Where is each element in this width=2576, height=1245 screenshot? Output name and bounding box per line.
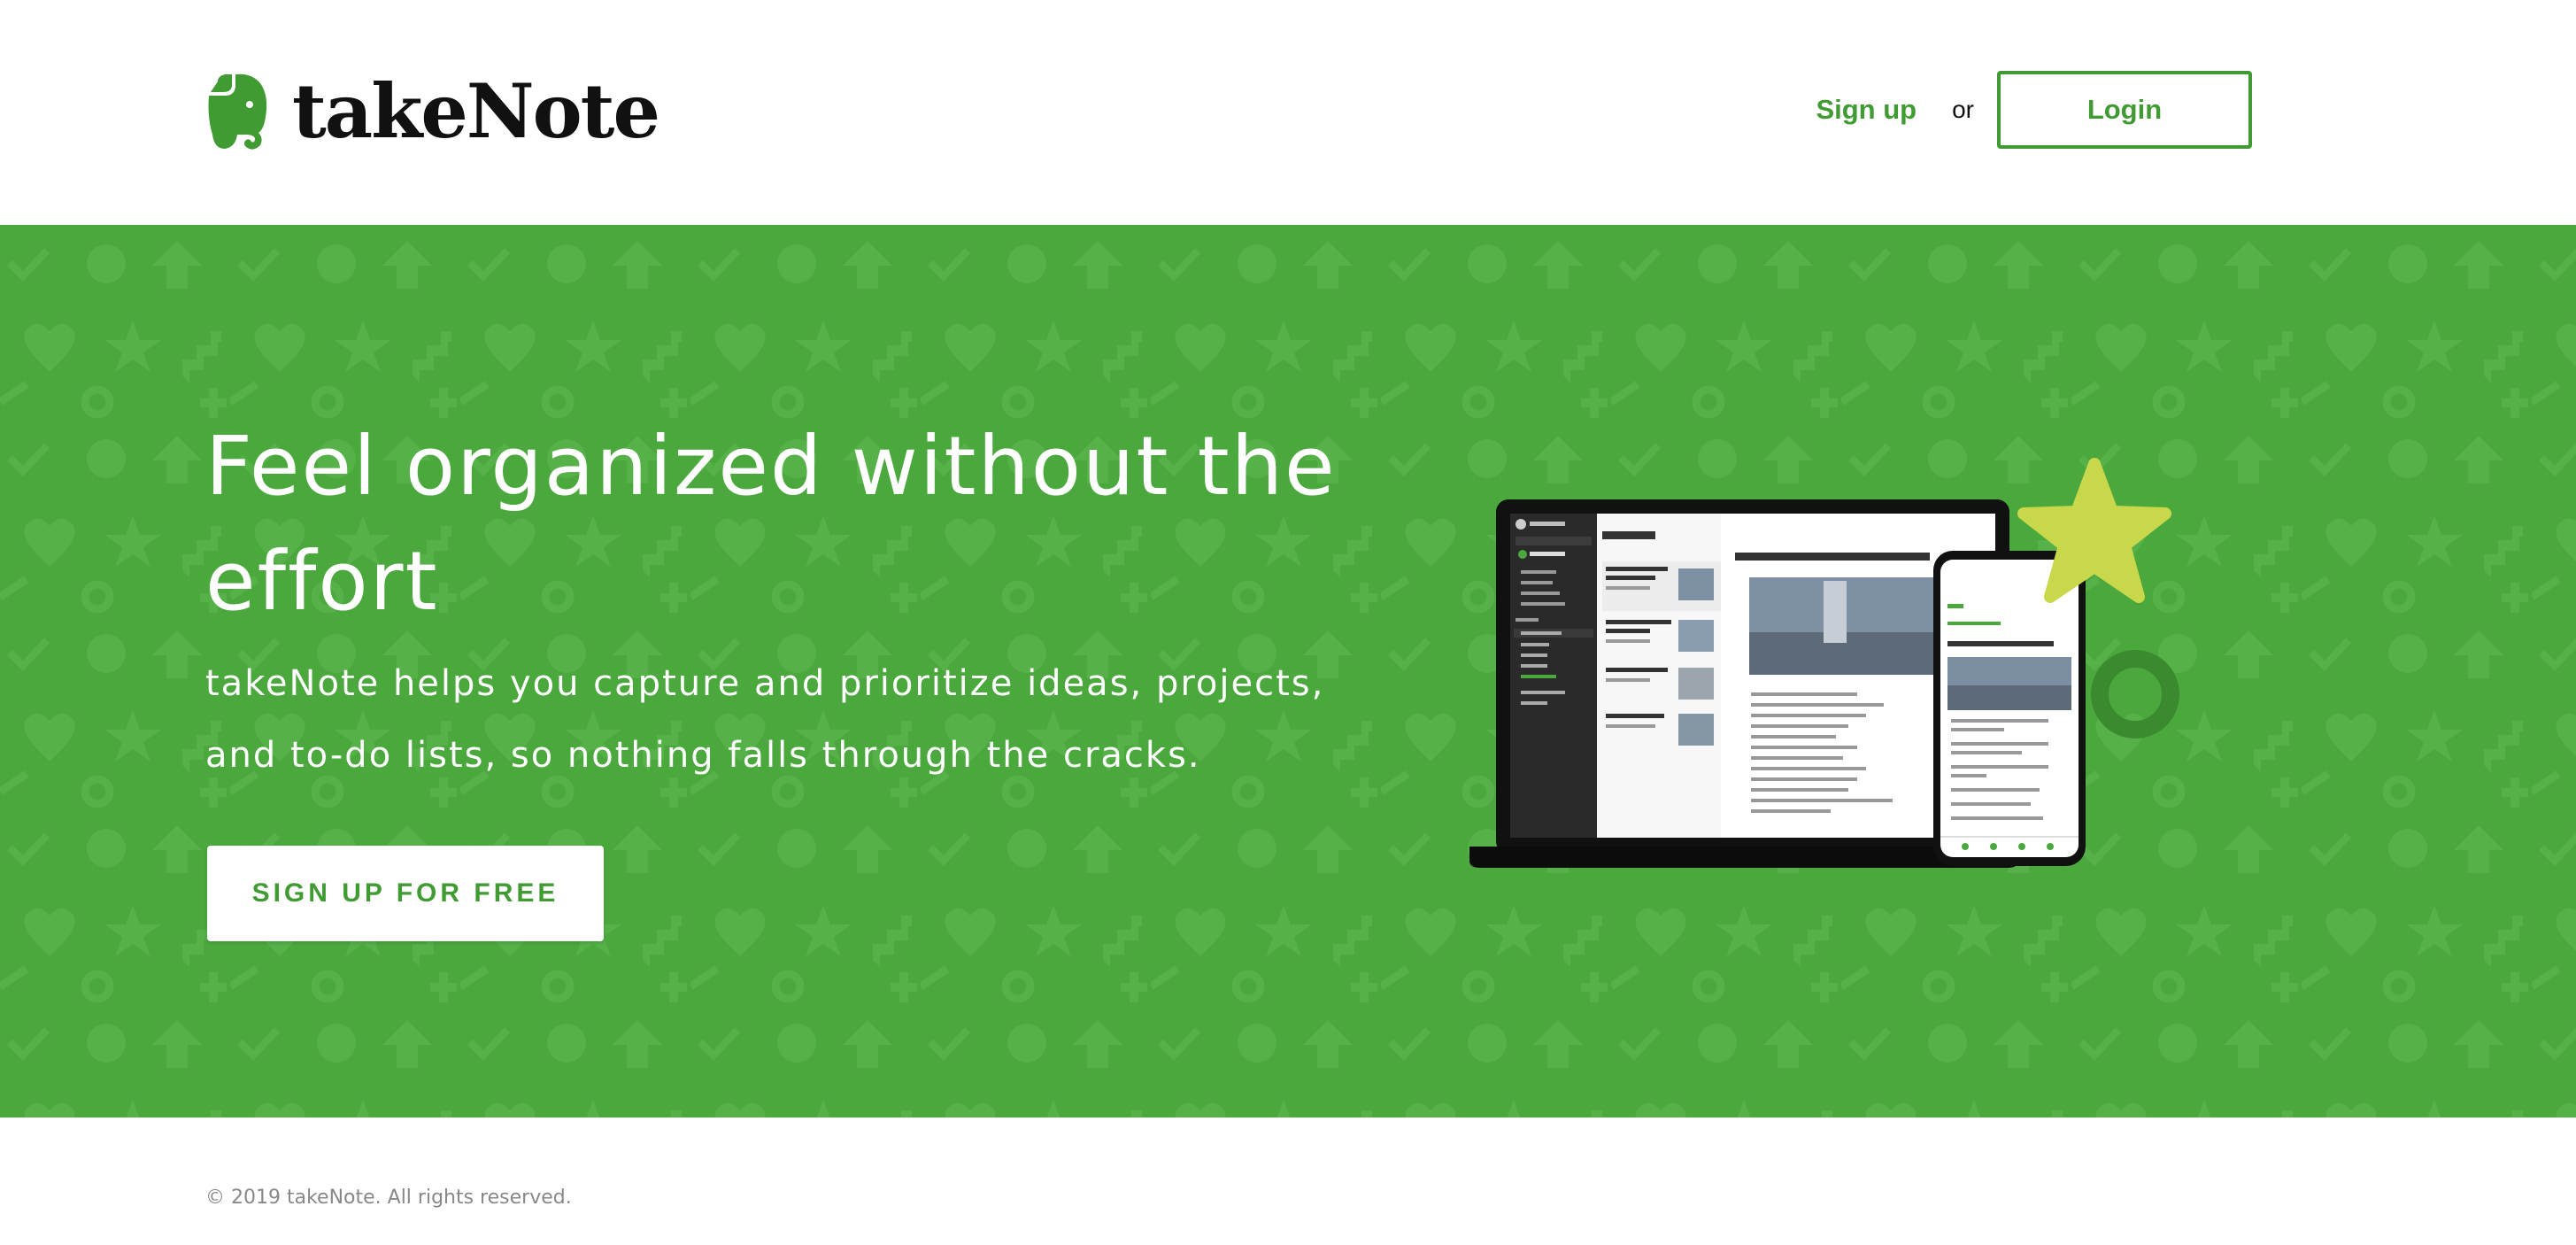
copyright-text: © 2019 takeNote. All rights reserved. — [205, 1187, 572, 1209]
hero-title: Feel organized without the effort — [205, 419, 1337, 629]
brand-name: takeNote — [292, 67, 660, 155]
login-button[interactable]: Login — [1997, 71, 2252, 149]
signup-link[interactable]: Sign up — [1816, 94, 1917, 126]
phone-image — [1933, 551, 2086, 866]
elephant-logo-icon — [208, 73, 267, 150]
or-text: or — [1952, 96, 1974, 123]
ring-decoration — [2091, 650, 2179, 738]
hero-section: Feel organized without the effort takeNo… — [0, 225, 2576, 1117]
hero-subtitle: takeNote helps you capture and prioritiz… — [205, 663, 1325, 776]
header-nav: Sign up or Login — [1816, 71, 2252, 149]
brand[interactable]: takeNote — [205, 67, 660, 156]
devices-illustration — [1469, 458, 2179, 868]
site-header: takeNote Sign up or Login — [0, 0, 2576, 225]
site-footer: © 2019 takeNote. All rights reserved. — [0, 1117, 2576, 1245]
signup-for-free-button[interactable]: SIGN UP FOR FREE — [207, 846, 604, 941]
